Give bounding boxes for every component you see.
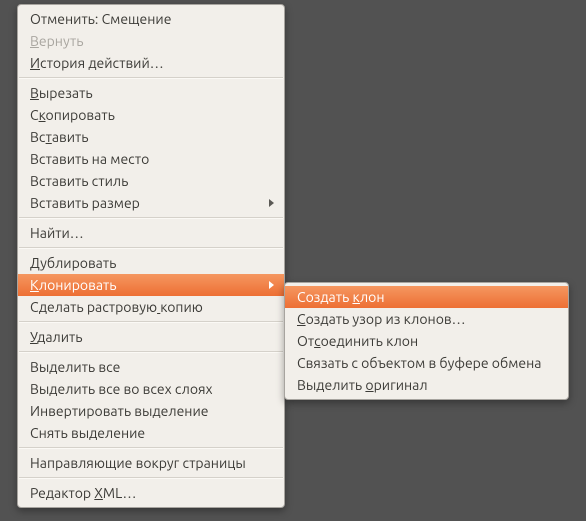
menu-item-link-clipboard[interactable]: Связать с объектом в буфере обмена xyxy=(285,352,568,374)
menu-item-invert-selection[interactable]: Инвертировать выделение xyxy=(18,400,284,422)
menu-item-paste-size[interactable]: Вставить размер xyxy=(18,192,284,214)
menu-item-cut[interactable]: Вырезать xyxy=(18,82,284,104)
menu-item-undo[interactable]: Отменить: Смещение xyxy=(18,8,284,30)
menu-item-label: Сделать растровую копию xyxy=(30,299,274,315)
menu-item-label: Удалить xyxy=(30,329,274,345)
menu-item-select-original[interactable]: Выделить оригинал xyxy=(285,374,568,396)
menu-item-history[interactable]: История действий… xyxy=(18,52,284,74)
menu-item-paste-style[interactable]: Вставить стиль xyxy=(18,170,284,192)
menu-item-label: Отменить: Смещение xyxy=(30,11,274,27)
menu-item-label: Связать с объектом в буфере обмена xyxy=(297,355,558,371)
menu-item-delete[interactable]: Удалить xyxy=(18,326,284,348)
clone-submenu: Создать клон Создать узор из клонов… Отсое… xyxy=(284,282,569,400)
menu-item-label: Клонировать xyxy=(30,277,261,293)
menu-item-label: Вставить стиль xyxy=(30,173,274,189)
submenu-arrow-icon xyxy=(269,199,274,207)
menu-item-label: История действий… xyxy=(30,55,274,71)
menu-item-label: Инвертировать выделение xyxy=(30,403,274,419)
menu-item-label: Найти… xyxy=(30,225,274,241)
menu-item-paste[interactable]: Вставить xyxy=(18,126,284,148)
menu-item-label: Отсоединить клон xyxy=(297,333,558,349)
menu-item-tile-clones[interactable]: Создать узор из клонов… xyxy=(285,308,568,330)
menu-item-label: Создать клон xyxy=(297,289,558,305)
menu-separator xyxy=(19,77,283,79)
menu-item-select-all-layers[interactable]: Выделить все во всех слоях xyxy=(18,378,284,400)
menu-item-label: Дублировать xyxy=(30,255,274,271)
menu-separator xyxy=(19,217,283,219)
menu-item-label: Вставить на место xyxy=(30,151,274,167)
menu-item-paste-in-place[interactable]: Вставить на место xyxy=(18,148,284,170)
menu-item-xml[interactable]: Редактор XML… xyxy=(18,482,284,504)
menu-item-label: Направляющие вокруг страницы xyxy=(30,455,274,471)
menu-item-find[interactable]: Найти… xyxy=(18,222,284,244)
menu-separator xyxy=(19,247,283,249)
menu-item-label: Вставить размер xyxy=(30,195,261,211)
menu-item-label: Снять выделение xyxy=(30,425,274,441)
menu-item-label: Выделить все xyxy=(30,359,274,375)
menu-item-label: Вырезать xyxy=(30,85,274,101)
menu-item-create-clone[interactable]: Создать клон xyxy=(285,286,568,308)
menu-item-select-all[interactable]: Выделить все xyxy=(18,356,284,378)
menu-separator xyxy=(19,447,283,449)
menu-item-deselect[interactable]: Снять выделение xyxy=(18,422,284,444)
menu-item-guides[interactable]: Направляющие вокруг страницы xyxy=(18,452,284,474)
menu-item-redo: Вернуть xyxy=(18,30,284,52)
menu-item-label: Выделить оригинал xyxy=(297,377,558,393)
menu-item-duplicate[interactable]: Дублировать xyxy=(18,252,284,274)
menu-item-unlink-clone[interactable]: Отсоединить клон xyxy=(285,330,568,352)
menu-item-label: Редактор XML… xyxy=(30,485,274,501)
menu-item-label: Создать узор из клонов… xyxy=(297,311,558,327)
menu-separator xyxy=(19,351,283,353)
menu-item-bitmap-copy[interactable]: Сделать растровую копию xyxy=(18,296,284,318)
menu-item-label: Вернуть xyxy=(30,33,274,49)
menu-separator xyxy=(19,477,283,479)
edit-context-menu: Отменить: Смещение Вернуть История действи… xyxy=(17,4,285,508)
menu-item-label: Скопировать xyxy=(30,107,274,123)
submenu-arrow-icon xyxy=(269,281,274,289)
menu-item-label: Выделить все во всех слоях xyxy=(30,381,274,397)
menu-item-copy[interactable]: Скопировать xyxy=(18,104,284,126)
menu-item-clone[interactable]: Клонировать xyxy=(18,274,284,296)
menu-separator xyxy=(19,321,283,323)
menu-item-label: Вставить xyxy=(30,129,274,145)
